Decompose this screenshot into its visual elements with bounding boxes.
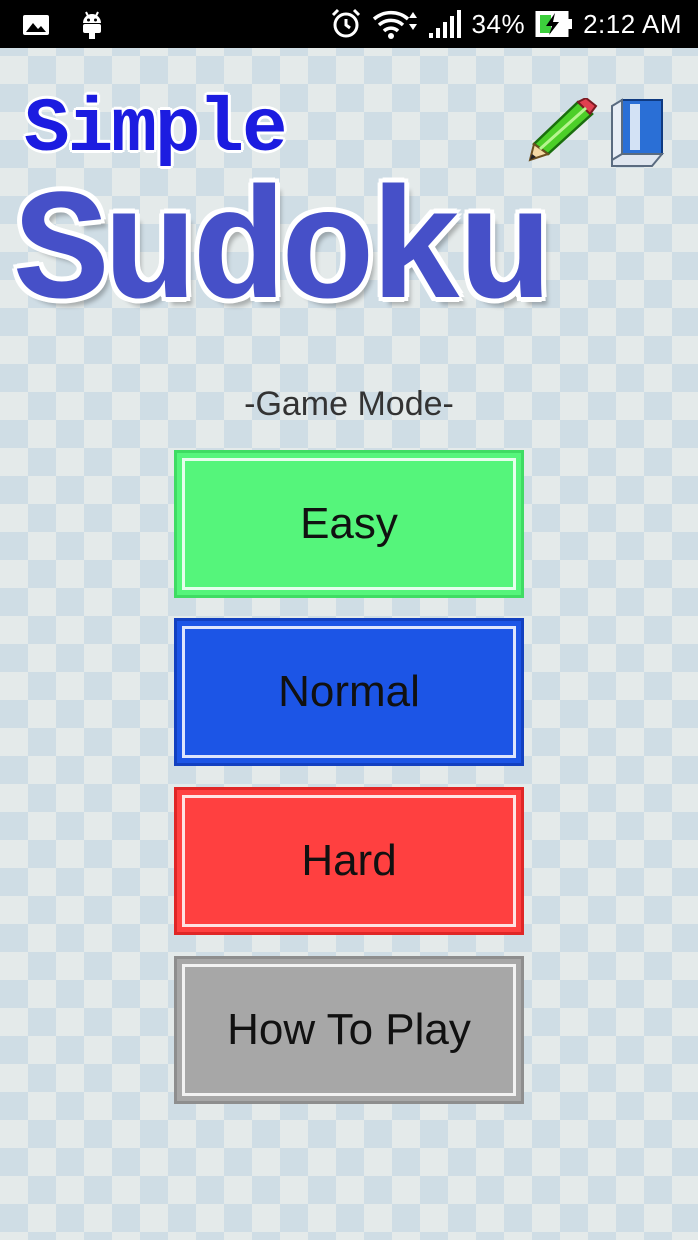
app-title: Simple Sudoku <box>0 48 698 338</box>
how-to-play-button-label: How To Play <box>227 1005 471 1054</box>
status-right: 34% 2:12 AM <box>330 0 682 48</box>
signal-icon <box>428 9 462 39</box>
normal-button-label: Normal <box>278 667 420 716</box>
normal-button[interactable]: Normal <box>174 618 524 766</box>
easy-button-label: Easy <box>300 499 398 548</box>
gallery-icon <box>22 13 50 37</box>
title-simple: Simple <box>24 87 288 173</box>
how-to-play-button[interactable]: How To Play <box>174 956 524 1104</box>
title-sudoku: Sudoku <box>14 166 553 345</box>
easy-button[interactable]: Easy <box>174 450 524 598</box>
game-mode-label: -Game Mode- <box>244 385 454 423</box>
status-bar: 34% 2:12 AM <box>0 0 698 48</box>
clock: 2:12 AM <box>583 8 682 39</box>
android-icon <box>80 10 104 40</box>
status-left <box>22 10 104 40</box>
hard-button[interactable]: Hard <box>174 787 524 935</box>
alarm-icon <box>330 8 362 40</box>
battery-charging-icon <box>535 10 573 38</box>
eraser-icon <box>608 96 668 175</box>
battery-percent: 34% <box>471 8 526 39</box>
pencil-icon <box>526 96 598 169</box>
hard-button-label: Hard <box>301 836 397 885</box>
wifi-icon <box>372 8 418 40</box>
